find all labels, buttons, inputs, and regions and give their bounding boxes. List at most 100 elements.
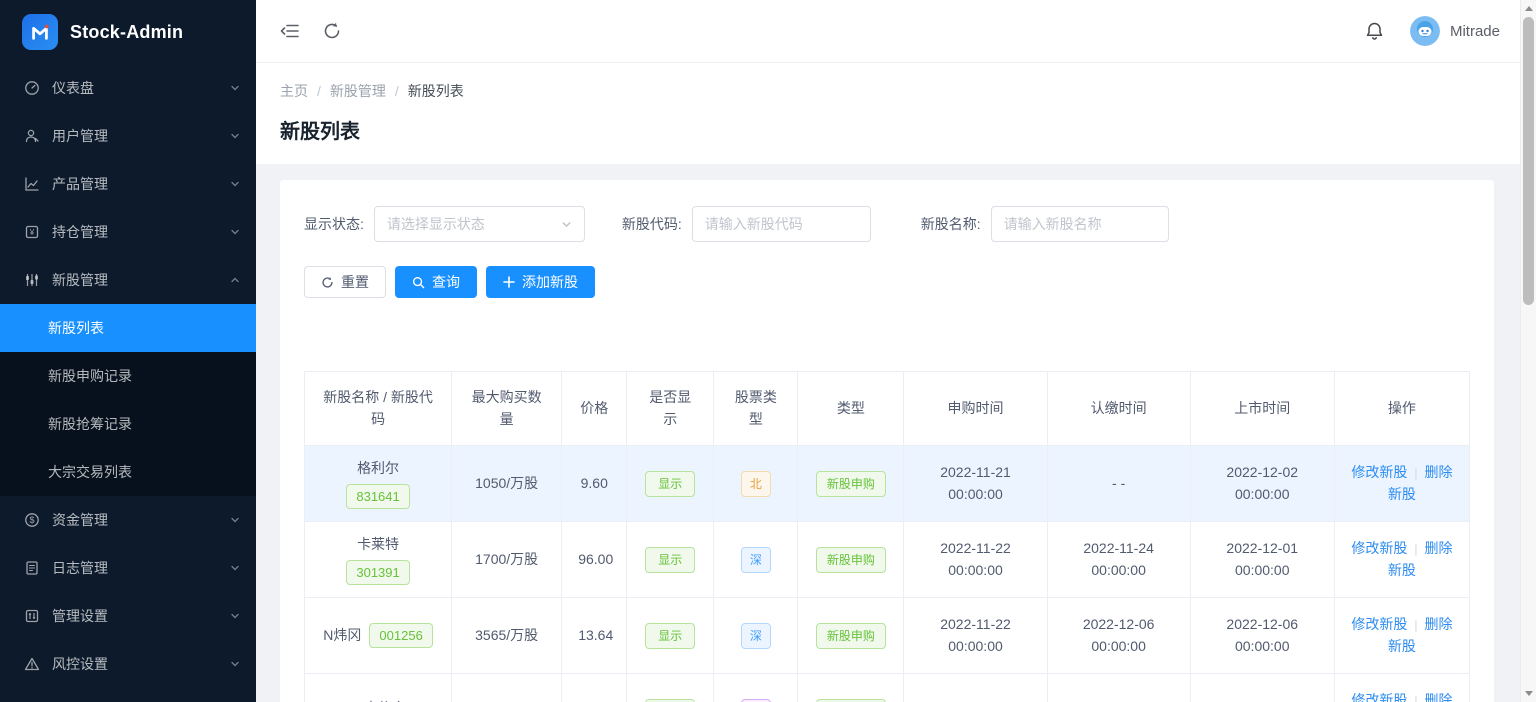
- query-button[interactable]: 查询: [395, 266, 477, 298]
- stock-name-input[interactable]: [991, 206, 1169, 242]
- sidebar-item-dashboard[interactable]: 仪表盘: [0, 64, 256, 112]
- stock-type-badge: 沪: [741, 699, 771, 702]
- actions-cell: 修改新股删除新股: [1334, 674, 1469, 702]
- breadcrumb-ipo-management[interactable]: 新股管理: [330, 81, 408, 101]
- app-logo-icon: [22, 14, 58, 50]
- table-row: 卡莱特 301391 1700/万股 96.00 显示 深 新股申购 2022-…: [305, 522, 1470, 598]
- display-cell: 显示: [627, 446, 714, 522]
- user-name[interactable]: Mitrade: [1450, 23, 1500, 40]
- name-code-cell: N炜冈 001256: [305, 598, 452, 674]
- stock-type-cell: 北: [714, 446, 798, 522]
- pay-time-cell: 2022-11-25: [1047, 674, 1190, 702]
- display-badge: 显示: [645, 623, 695, 649]
- sidebar-item-ipo-management[interactable]: 新股管理: [0, 256, 256, 304]
- sidebar-collapse-icon[interactable]: [280, 22, 300, 40]
- col-max-qty: 最大购买数量: [452, 372, 562, 446]
- sidebar-item-label: 产品管理: [52, 174, 218, 194]
- dashboard-icon: [24, 80, 40, 96]
- edit-stock-link[interactable]: 修改新股: [1351, 616, 1407, 632]
- apply-time-cell: 2022-11-22 00:00:00: [904, 598, 1047, 674]
- table-row: N炜冈 001256 3565/万股 13.64 显示 深 新股申购 2022-…: [305, 598, 1470, 674]
- search-icon: [412, 276, 425, 289]
- reset-button[interactable]: 重置: [304, 266, 386, 298]
- reset-button-label: 重置: [341, 272, 369, 292]
- sidebar-item-risk-settings[interactable]: 风控设置: [0, 640, 256, 688]
- sidebar-item-admin-settings[interactable]: 管理设置: [0, 592, 256, 640]
- table-row: 三未信安 1914/万股 78.90 显示 沪 新股申购 2022-11-23 …: [305, 674, 1470, 702]
- sidebar-item-product-management[interactable]: 产品管理: [0, 160, 256, 208]
- sidebar-item-position-management[interactable]: ¥ 持仓管理: [0, 208, 256, 256]
- sidebar-item-label: 仪表盘: [52, 78, 218, 98]
- col-stock-type: 股票类型: [714, 372, 798, 446]
- settings-sliders-icon: [24, 608, 40, 624]
- list-time-cell: 2022-12-02 00:00:00: [1190, 446, 1334, 522]
- col-actions: 操作: [1334, 372, 1469, 446]
- list-time-cell: 2022-12-02: [1190, 674, 1334, 702]
- table-header-row: 新股名称 / 新股代码 最大购买数量 价格 是否显示 股票类型 类型 申购时间 …: [305, 372, 1470, 446]
- chevron-down-icon: [230, 131, 240, 141]
- table-row: 格利尔 831641 1050/万股 9.60 显示 北 新股申购 2022-1…: [305, 446, 1470, 522]
- stock-type-cell: 深: [714, 598, 798, 674]
- breadcrumb-home[interactable]: 主页: [280, 81, 330, 101]
- col-list-time: 上市时间: [1190, 372, 1334, 446]
- stock-name: 三未信安: [321, 698, 435, 702]
- stock-type-badge: 深: [741, 623, 771, 649]
- max-qty-cell: 3565/万股: [452, 598, 562, 674]
- display-cell: 显示: [627, 522, 714, 598]
- display-badge: 显示: [645, 471, 695, 497]
- apply-time-cell: 2022-11-22 00:00:00: [904, 522, 1047, 598]
- divider: [1407, 540, 1424, 556]
- display-status-select[interactable]: 请选择显示状态: [374, 206, 585, 242]
- chevron-down-icon: [230, 179, 240, 189]
- display-badge: 显示: [645, 699, 695, 702]
- scrollbar-thumb[interactable]: [1523, 17, 1534, 305]
- price-cell: 96.00: [562, 522, 627, 598]
- sidebar-subitem-ipo-list[interactable]: 新股列表: [0, 304, 256, 352]
- sidebar-subitem-ipo-grab-records[interactable]: 新股抢筹记录: [0, 400, 256, 448]
- edit-stock-link[interactable]: 修改新股: [1351, 464, 1407, 480]
- plus-icon: [503, 276, 515, 288]
- sidebar-subitem-block-trade-list[interactable]: 大宗交易列表: [0, 448, 256, 496]
- display-badge: 显示: [645, 547, 695, 573]
- stock-name: N炜冈: [323, 625, 361, 647]
- user-icon: [24, 128, 40, 144]
- breadcrumb: 主页 新股管理 新股列表: [280, 81, 1496, 101]
- stock-type-cell: 沪: [714, 674, 798, 702]
- name-code-cell: 卡莱特 301391: [305, 522, 452, 598]
- display-cell: 显示: [627, 598, 714, 674]
- stock-code-input[interactable]: [692, 206, 871, 242]
- type-cell: 新股申购: [798, 446, 904, 522]
- price-cell: 9.60: [562, 446, 627, 522]
- type-badge: 新股申购: [816, 699, 886, 702]
- candlestick-icon: [24, 272, 40, 288]
- col-name-code: 新股名称 / 新股代码: [305, 372, 452, 446]
- edit-stock-link[interactable]: 修改新股: [1351, 540, 1407, 556]
- stock-name: 卡莱特: [321, 534, 435, 556]
- add-stock-button[interactable]: 添加新股: [486, 266, 595, 298]
- dollar-circle-icon: $: [24, 512, 40, 528]
- stock-name-group: 新股名称:: [921, 206, 1169, 242]
- breadcrumb-current: 新股列表: [408, 81, 464, 101]
- divider: [1407, 616, 1424, 632]
- content: 显示状态: 请选择显示状态 新股代码: 新股名称:: [256, 164, 1520, 702]
- refresh-icon[interactable]: [322, 21, 342, 41]
- list-time-cell: 2022-12-01 00:00:00: [1190, 522, 1334, 598]
- chevron-up-icon: [230, 275, 240, 285]
- scroll-up-arrow-icon[interactable]: [1525, 6, 1533, 11]
- divider: [1407, 464, 1424, 480]
- vertical-scrollbar[interactable]: [1520, 0, 1536, 702]
- sidebar-subitem-ipo-subscription-records[interactable]: 新股申购记录: [0, 352, 256, 400]
- user-avatar[interactable]: [1410, 16, 1440, 46]
- sidebar-item-user-management[interactable]: 用户管理: [0, 112, 256, 160]
- reset-icon: [321, 276, 334, 289]
- display-status-placeholder: 请选择显示状态: [387, 214, 561, 234]
- edit-stock-link[interactable]: 修改新股: [1351, 692, 1407, 702]
- notification-bell-icon[interactable]: [1365, 21, 1384, 42]
- scroll-down-arrow-icon[interactable]: [1525, 691, 1533, 696]
- chevron-down-icon: [230, 563, 240, 573]
- add-stock-button-label: 添加新股: [522, 272, 578, 292]
- sidebar-item-fund-management[interactable]: $ 资金管理: [0, 496, 256, 544]
- sidebar-item-log-management[interactable]: 日志管理: [0, 544, 256, 592]
- type-badge: 新股申购: [816, 623, 886, 649]
- position-yuan-icon: ¥: [24, 224, 40, 240]
